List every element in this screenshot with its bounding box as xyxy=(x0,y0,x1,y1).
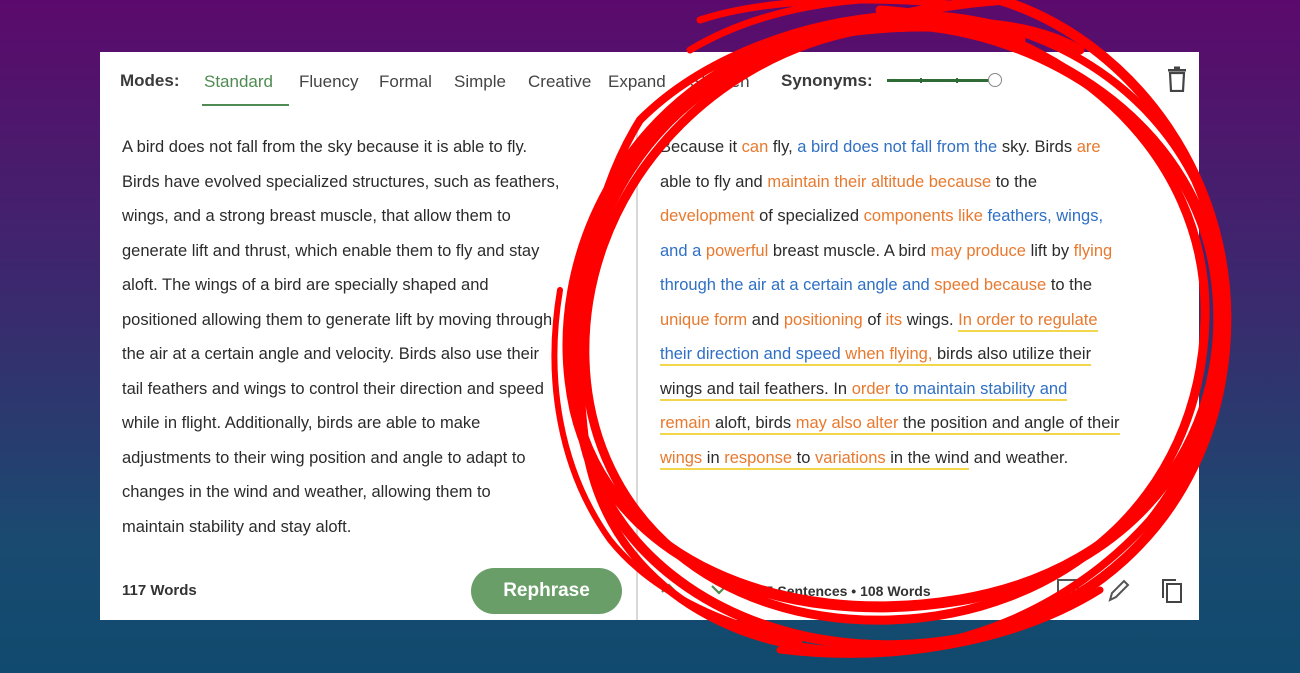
synonyms-label: Synonyms: xyxy=(781,71,873,90)
output-segment: able to fly and xyxy=(660,172,768,191)
input-line: Birds have evolved specialized structure… xyxy=(122,172,560,191)
output-segment: and xyxy=(747,310,784,329)
input-line: changes in the wind and weather, allowin… xyxy=(122,483,491,501)
output-segment: of specialized xyxy=(754,207,864,225)
output-segment: birds also utilize their xyxy=(932,345,1092,366)
output-segment: to the xyxy=(991,172,1038,191)
tab-formal[interactable]: Formal xyxy=(379,72,432,92)
output-segment[interactable]: speed because xyxy=(934,276,1046,294)
output-segment[interactable]: to maintain stability and xyxy=(890,379,1068,401)
tab-simple[interactable]: Simple xyxy=(454,72,506,92)
output-line: able to fly and maintain their altitude … xyxy=(660,165,1180,200)
output-segment[interactable]: its xyxy=(886,311,903,329)
output-segment[interactable]: components like xyxy=(864,207,983,225)
output-line: through the air at a certain angle and s… xyxy=(660,268,1180,303)
modes-label: Modes: xyxy=(120,71,180,90)
edit-icon[interactable] xyxy=(1106,578,1130,604)
output-segment[interactable]: variations xyxy=(815,448,886,470)
slider-tick xyxy=(956,78,958,83)
copy-icon[interactable] xyxy=(1160,578,1184,604)
input-line: tail feathers and wings to control their… xyxy=(122,379,544,398)
output-segment: to the xyxy=(1046,276,1093,294)
sentence-word-info: 1/5 Sentences • 108 Words xyxy=(754,583,931,599)
output-line: their direction and speed when flying, b… xyxy=(660,337,1180,372)
output-segment: fly, xyxy=(768,138,798,156)
output-segment: wings and tail feathers. In xyxy=(660,379,852,401)
input-line: adjustments to their wing position and a… xyxy=(122,448,526,467)
output-segment: of xyxy=(862,310,886,329)
input-line: wings, and a strong breast muscle, that … xyxy=(122,207,511,225)
output-segment[interactable]: development xyxy=(660,207,754,225)
slider-track xyxy=(887,79,990,82)
chevron-up-icon[interactable] xyxy=(660,580,678,598)
output-segment: breast muscle. A bird xyxy=(768,241,931,260)
output-segment: the position and angle of their xyxy=(898,414,1120,435)
input-line: generate lift and thrust, which enable t… xyxy=(122,241,540,260)
output-segment[interactable]: when flying, xyxy=(840,345,933,366)
output-segment[interactable]: order xyxy=(851,379,891,401)
slider-tick xyxy=(920,78,922,83)
tab-creative[interactable]: Creative xyxy=(528,72,591,92)
output-segment[interactable]: and a xyxy=(660,242,701,260)
output-segment[interactable]: unique form xyxy=(660,311,747,329)
output-segment[interactable]: positioning xyxy=(784,311,863,329)
output-segment: and weather. xyxy=(969,448,1069,467)
tab-expand[interactable]: Expand xyxy=(608,72,666,92)
output-line: unique form and positioning of its wings… xyxy=(660,303,1180,338)
panel-divider[interactable] xyxy=(636,118,638,620)
output-segment[interactable]: wings xyxy=(660,448,703,470)
input-line: the air at a certain angle and velocity.… xyxy=(122,345,540,363)
output-segment: Because it xyxy=(660,138,742,156)
output-segment: in the wind xyxy=(885,448,970,470)
modes-toolbar: Modes: Standard Fluency Formal Simple Cr… xyxy=(100,52,1199,108)
slider-handle[interactable] xyxy=(988,73,1002,87)
output-segment: lift by xyxy=(1025,241,1074,260)
output-segment[interactable]: may produce xyxy=(931,242,1026,260)
output-text-area[interactable]: Because it can fly, a bird does not fall… xyxy=(660,130,1180,475)
output-segment[interactable]: In order to regulate xyxy=(958,310,1098,332)
output-segment[interactable]: maintain their altitude because xyxy=(767,173,991,191)
input-text-area[interactable]: A bird does not fall from the sky becaus… xyxy=(122,130,612,544)
output-line: development of specialized components li… xyxy=(660,199,1180,234)
output-segment[interactable]: are xyxy=(1077,138,1101,156)
output-segment[interactable]: can xyxy=(742,138,769,156)
trash-icon[interactable] xyxy=(1166,66,1188,92)
output-segment[interactable]: remain xyxy=(660,414,711,435)
tab-shorten[interactable]: Shorten xyxy=(690,72,750,92)
input-line: A bird does not fall from the sky becaus… xyxy=(122,138,528,156)
output-segment: to xyxy=(792,448,816,470)
output-segment: in xyxy=(702,448,725,470)
output-line: Because it can fly, a bird does not fall… xyxy=(660,130,1180,165)
chevron-down-icon[interactable] xyxy=(710,580,728,598)
output-segment: aloft, birds xyxy=(710,414,796,435)
input-word-count: 117 Words xyxy=(122,582,197,599)
rephrase-button[interactable]: Rephrase xyxy=(471,568,622,614)
output-line: and a powerful breast muscle. A bird may… xyxy=(660,234,1180,269)
output-segment[interactable]: a bird does not fall from the xyxy=(797,138,997,156)
output-line: remain aloft, birds may also alter the p… xyxy=(660,406,1180,441)
tab-standard[interactable]: Standard xyxy=(204,72,273,92)
input-line: aloft. The wings of a bird are specially… xyxy=(122,276,489,294)
chart-icon[interactable] xyxy=(1056,578,1080,604)
input-line: maintain stability and stay aloft. xyxy=(122,517,352,536)
paraphraser-panel: Modes: Standard Fluency Formal Simple Cr… xyxy=(100,52,1199,620)
tab-fluency[interactable]: Fluency xyxy=(299,72,359,92)
output-segment[interactable]: feathers, wings, xyxy=(987,207,1103,225)
output-segment[interactable]: powerful xyxy=(706,242,768,260)
active-tab-indicator xyxy=(202,104,289,106)
input-line: while in flight. Additionally, birds are… xyxy=(122,414,481,432)
output-segment[interactable]: through the air at a certain angle and xyxy=(660,276,930,294)
output-segment[interactable]: may also alter xyxy=(795,414,899,435)
input-line: positioned allowing them to generate lif… xyxy=(122,310,553,329)
output-segment: wings. xyxy=(902,310,959,329)
output-segment[interactable]: flying xyxy=(1074,242,1113,260)
output-line: wings in response to variations in the w… xyxy=(660,441,1180,476)
output-segment: sky. Birds xyxy=(997,138,1077,156)
output-line: wings and tail feathers. In order to mai… xyxy=(660,372,1180,407)
output-segment[interactable]: response xyxy=(724,448,793,470)
output-segment[interactable]: their direction and speed xyxy=(660,345,841,366)
